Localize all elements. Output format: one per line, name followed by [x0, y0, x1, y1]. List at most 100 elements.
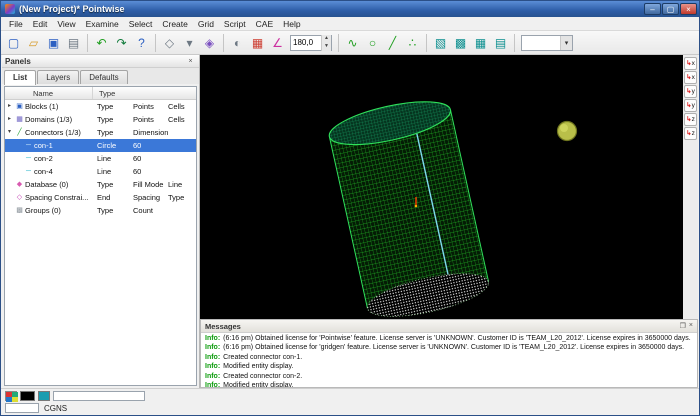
tree-row-connectors[interactable]: ▾ ╱ Connectors (1/3) Type Dimension: [5, 126, 196, 139]
connector-icon: ─: [23, 152, 34, 165]
tree-row-blocks[interactable]: ▸ ▣ Blocks (1) Type Points Cells: [5, 100, 196, 113]
log-entry: Info:Created connector con-2.: [205, 372, 693, 381]
cae-solver-label: CGNS: [44, 404, 67, 413]
tab-layers[interactable]: Layers: [37, 70, 79, 84]
view-x-plus-button[interactable]: ↳x: [684, 57, 697, 70]
examine-icon[interactable]: ◈: [200, 33, 219, 52]
maximize-button[interactable]: ▢: [662, 3, 679, 15]
column-name[interactable]: Name: [5, 87, 93, 99]
log-entry: Info:Created connector con-1.: [205, 353, 693, 362]
panels-sidebar: Panels × List Layers Defaults Name Type …: [2, 55, 200, 388]
open-file-icon[interactable]: ▱: [24, 33, 43, 52]
blocks-icon: ▣: [14, 100, 25, 113]
menu-script[interactable]: Script: [219, 18, 251, 30]
connector-icon: ─: [23, 139, 34, 152]
display-style-icon[interactable]: ◐: [228, 33, 247, 52]
tree-row-database[interactable]: ◆ Database (0) Type Fill Mode Line: [5, 178, 196, 191]
menu-cae[interactable]: CAE: [251, 18, 278, 30]
view-z-plus-button[interactable]: ↳z: [684, 113, 697, 126]
messages-panel: Messages ❐ × Info:(6:16 pm) Obtained lic…: [200, 319, 698, 388]
menu-create[interactable]: Create: [157, 18, 193, 30]
undo-icon[interactable]: ↶: [92, 33, 111, 52]
new-file-icon[interactable]: ▢: [4, 33, 23, 52]
log-entry: Info:(6:16 pm) Obtained license for 'Poi…: [205, 334, 693, 343]
close-button[interactable]: ×: [680, 3, 697, 15]
messages-close-icon[interactable]: ×: [689, 322, 693, 330]
log-entry: Info:Modified entity display.: [205, 381, 693, 387]
cae-status-field[interactable]: [5, 403, 39, 413]
menu-bar: File Edit View Examine Select Create Gri…: [1, 17, 699, 31]
tree-column-header: Name Type: [5, 87, 196, 100]
tree-row-con-4[interactable]: ─ con-4 Line 60: [5, 165, 196, 178]
menu-grid[interactable]: Grid: [193, 18, 219, 30]
expand-icon[interactable]: ▸: [5, 100, 14, 113]
tree-row-con-2[interactable]: ─ con-2 Line 60: [5, 152, 196, 165]
angle-input[interactable]: [291, 36, 321, 50]
messages-log[interactable]: Info:(6:16 pm) Obtained license for 'Poi…: [201, 333, 697, 387]
extrude-icon[interactable]: ▧: [431, 33, 450, 52]
solver-dropdown[interactable]: ▾: [521, 35, 573, 51]
domains-icon: ▦: [14, 113, 25, 126]
save-icon[interactable]: ▣: [44, 33, 63, 52]
menu-examine[interactable]: Examine: [81, 18, 124, 30]
tree-row-groups[interactable]: ▩ Groups (0) Type Count: [5, 204, 196, 217]
panels-close-icon[interactable]: ×: [185, 58, 196, 65]
view-x-minus-button[interactable]: ↳x: [684, 71, 697, 84]
messages-header: Messages ❐ ×: [201, 320, 697, 333]
tree-row-spacing-constraints[interactable]: ◇ Spacing Constrai... End Spacing Type: [5, 191, 196, 204]
grid-tool-icon[interactable]: ▦: [471, 33, 490, 52]
view-y-plus-button[interactable]: ↳y: [684, 85, 697, 98]
toolbar-separator: [338, 34, 339, 52]
menu-select[interactable]: Select: [124, 18, 158, 30]
toolbar-separator: [426, 34, 427, 52]
viewport-3d[interactable]: [200, 55, 685, 319]
collapse-icon[interactable]: ▾: [5, 126, 14, 139]
select-dropdown-icon[interactable]: ▾: [180, 33, 199, 52]
color-swatch-palette-icon[interactable]: [5, 391, 17, 401]
redo-icon[interactable]: ↷: [112, 33, 131, 52]
background-color-swatch[interactable]: [20, 391, 35, 401]
entity-color-swatch[interactable]: [38, 391, 50, 401]
log-entry: Info:Modified entity display.: [205, 362, 693, 371]
select-mode-icon[interactable]: ◇: [160, 33, 179, 52]
title-bar[interactable]: (New Project)* Pointwise – ▢ ×: [1, 1, 699, 17]
domain-tool-icon[interactable]: ▤: [491, 33, 510, 52]
expand-icon[interactable]: ▸: [5, 113, 14, 126]
color-palette-icon[interactable]: ▦: [248, 33, 267, 52]
block-tool-icon[interactable]: ▩: [451, 33, 470, 52]
menu-help[interactable]: Help: [278, 18, 305, 30]
tab-list[interactable]: List: [4, 70, 36, 85]
groups-icon: ▩: [14, 204, 25, 217]
line-tool-icon[interactable]: ╱: [383, 33, 402, 52]
minimize-button[interactable]: –: [644, 3, 661, 15]
solver-dropdown-icon[interactable]: ▾: [560, 36, 572, 50]
toolbar-separator: [514, 34, 515, 52]
window-title: (New Project)* Pointwise: [19, 4, 125, 14]
view-z-minus-button[interactable]: ↳z: [684, 127, 697, 140]
spacing-icon: ◇: [14, 191, 25, 204]
print-icon[interactable]: ▤: [64, 33, 83, 52]
menu-file[interactable]: File: [4, 18, 28, 30]
measure-icon[interactable]: ∠: [268, 33, 287, 52]
view-y-minus-button[interactable]: ↳y: [684, 99, 697, 112]
column-type[interactable]: Type: [93, 87, 196, 99]
help-icon[interactable]: ?: [132, 33, 151, 52]
tab-defaults[interactable]: Defaults: [80, 70, 127, 84]
status-bar: CGNS: [1, 388, 699, 415]
entity-tree: Name Type ▸ ▣ Blocks (1) Type Points Cel…: [4, 86, 197, 386]
toolbar-separator: [223, 34, 224, 52]
cursor-ball: [558, 122, 577, 141]
panels-title: Panels: [5, 57, 31, 66]
database-icon: ◆: [14, 178, 25, 191]
menu-view[interactable]: View: [52, 18, 80, 30]
curve-tool-icon[interactable]: ∿: [343, 33, 362, 52]
points-tool-icon[interactable]: ∴: [403, 33, 422, 52]
circle-tool-icon[interactable]: ○: [363, 33, 382, 52]
menu-edit[interactable]: Edit: [28, 18, 53, 30]
angle-spinner[interactable]: ▲▼: [321, 35, 331, 51]
messages-float-icon[interactable]: ❐: [680, 322, 686, 330]
layer-status-field[interactable]: [53, 391, 145, 401]
tree-row-con-1[interactable]: ─ con-1 Circle 60: [5, 139, 196, 152]
panels-header: Panels ×: [2, 55, 199, 68]
tree-row-domains[interactable]: ▸ ▦ Domains (1/3) Type Points Cells: [5, 113, 196, 126]
